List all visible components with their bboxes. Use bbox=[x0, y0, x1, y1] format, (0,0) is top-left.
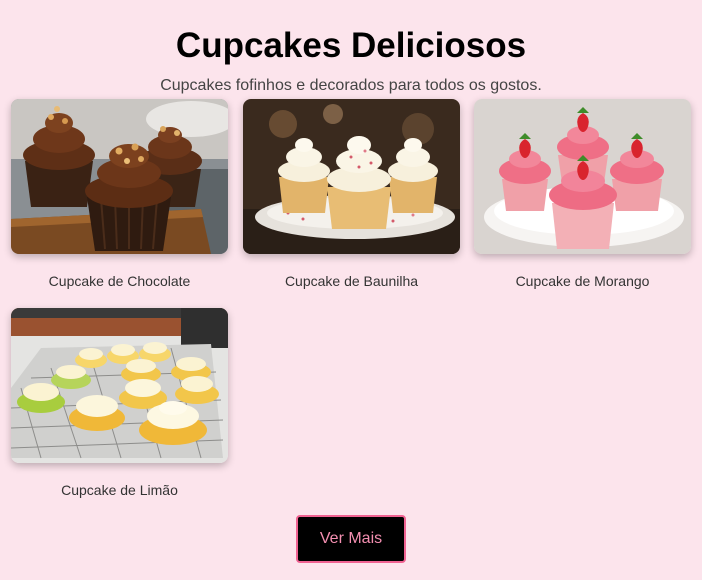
cupcake-name: Cupcake de Morango bbox=[515, 273, 650, 289]
cupcake-card-chocolate: Cupcake de Chocolate bbox=[11, 99, 228, 290]
lemon-cupcakes-photo bbox=[11, 308, 228, 463]
cupcake-card-vanilla: Cupcake de Baunilha bbox=[243, 99, 460, 290]
page: Cupcakes Deliciosos Cupcakes fofinhos e … bbox=[0, 0, 702, 580]
see-more-button[interactable]: Ver Mais bbox=[296, 515, 406, 563]
cupcake-name: Cupcake de Baunilha bbox=[284, 273, 419, 289]
cupcake-card-lemon: Cupcake de Limão bbox=[11, 308, 228, 499]
page-title: Cupcakes Deliciosos bbox=[175, 26, 527, 65]
vanilla-cupcakes-photo bbox=[243, 99, 460, 254]
page-subtitle: Cupcakes fofinhos e decorados para todos… bbox=[160, 77, 542, 94]
cupcake-card-strawberry: Cupcake de Morango bbox=[474, 99, 691, 290]
cupcake-name: Cupcake de Chocolate bbox=[48, 273, 191, 289]
cupcake-name: Cupcake de Limão bbox=[61, 482, 178, 498]
strawberry-cupcakes-photo bbox=[474, 99, 691, 254]
chocolate-cupcakes-photo bbox=[11, 99, 228, 254]
